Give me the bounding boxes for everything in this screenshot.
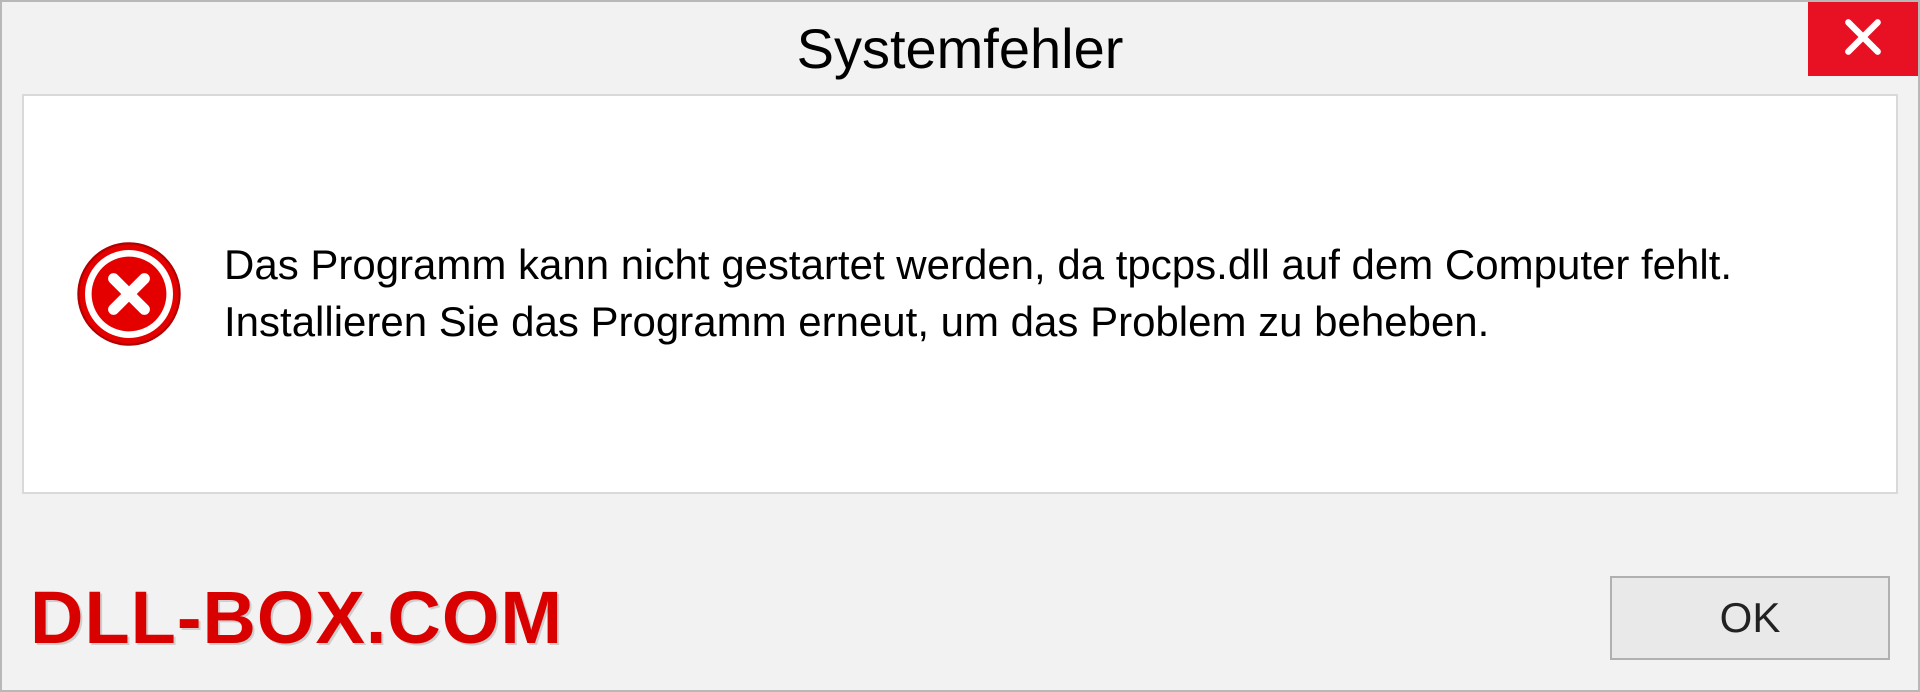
close-button[interactable] [1808,2,1918,76]
dialog-footer: DLL-BOX.COM OK [2,575,1918,660]
dialog-title: Systemfehler [797,16,1124,81]
ok-button[interactable]: OK [1610,576,1890,660]
close-icon [1841,15,1885,64]
ok-button-label: OK [1720,594,1781,642]
error-message: Das Programm kann nicht gestartet werden… [224,237,1846,350]
error-icon [74,239,184,349]
watermark-text: DLL-BOX.COM [30,575,563,660]
error-dialog: Systemfehler Das Programm kann nicht ges… [0,0,1920,692]
message-panel: Das Programm kann nicht gestartet werden… [22,94,1898,494]
title-bar: Systemfehler [2,2,1918,94]
